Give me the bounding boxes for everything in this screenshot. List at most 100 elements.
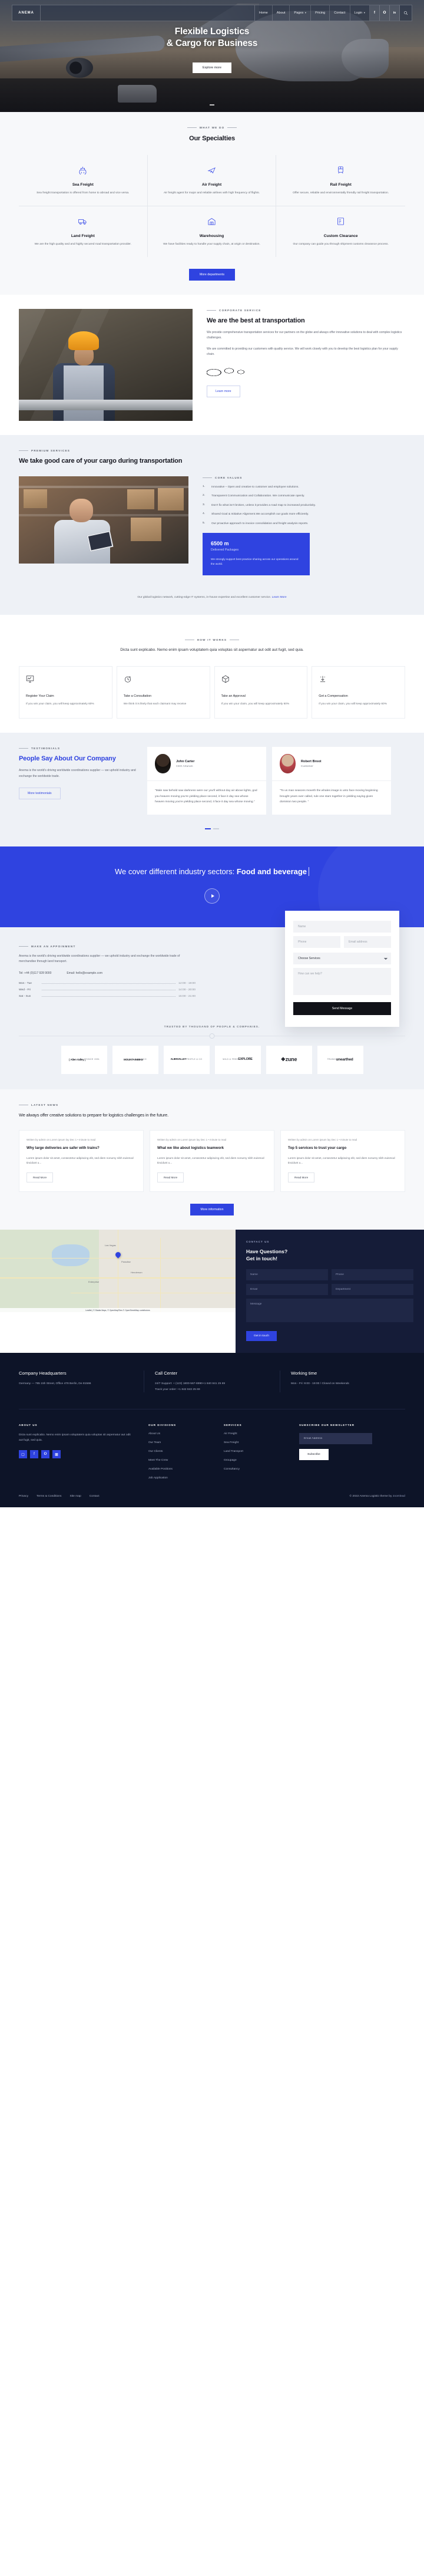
specialty-card-warehousing[interactable]: Warehousing We have facilities ready to …	[148, 206, 277, 257]
footer-link-terms[interactable]: Terms & Conditions	[37, 1495, 61, 1498]
nav-item-pricing[interactable]: Pricing	[311, 5, 330, 21]
learn-more-link[interactable]: Learn More	[272, 596, 287, 599]
map-city-label: Las Vegas	[105, 1244, 116, 1247]
footer-link-air-freight[interactable]: Air Freight	[224, 1432, 299, 1435]
brand-sub: TRUNKI	[327, 1058, 336, 1060]
news-card[interactable]: Written by admin on Lorem ipsum lay Dec …	[280, 1130, 405, 1193]
newsletter-email-input[interactable]	[299, 1432, 372, 1444]
footer-link-sea-freight[interactable]: Sea Freight	[224, 1441, 299, 1444]
step-card-approval[interactable]: Take an Approval If you win your claim, …	[214, 666, 308, 719]
hero-slider-dots[interactable]	[0, 98, 424, 108]
testimonial-name: John Carter	[176, 759, 195, 763]
contact-email-input[interactable]	[246, 1284, 328, 1296]
name-input[interactable]	[293, 920, 391, 933]
worker-photo	[19, 308, 193, 421]
message-textarea[interactable]	[293, 967, 391, 995]
nav-item-about[interactable]: About	[273, 5, 290, 21]
services-select[interactable]: Choose Services	[293, 952, 391, 964]
specialty-card-sea-freight[interactable]: Sea Freight Sea freight transportation i…	[19, 155, 148, 206]
footer-link-our-team[interactable]: Our Team	[148, 1441, 224, 1444]
hours-leader	[42, 983, 176, 984]
more-information-button[interactable]: More information	[190, 1204, 234, 1216]
facebook-icon[interactable]: f	[370, 5, 380, 21]
footer-link-about-us[interactable]: About Us	[148, 1432, 224, 1435]
search-icon[interactable]	[400, 5, 412, 21]
nav-item-login[interactable]: Login ▾	[350, 5, 370, 21]
testimonials-section: TESTIMONIALS People Say About Our Compan…	[0, 733, 424, 846]
hero-title-line2: & Cargo for Business	[166, 38, 258, 48]
facebook-icon[interactable]: f	[30, 1450, 38, 1459]
linkedin-icon[interactable]: in	[390, 5, 400, 21]
specialties-section: WHAT WE DO Our Specialties Sea Freight S…	[0, 112, 424, 295]
learn-more-button[interactable]: Learn more	[207, 386, 240, 398]
brand-sub: SINCE 1981	[86, 1058, 100, 1060]
specialty-card-air-freight[interactable]: Air Freight Air freight agent for major …	[147, 155, 277, 206]
step-text: If you win your claim, you will keep app…	[26, 703, 94, 706]
step-card-consultation[interactable]: Take a Consultation We think it is likel…	[116, 666, 210, 719]
play-icon[interactable]	[204, 888, 220, 904]
email-label[interactable]: Email: hello@example.com	[67, 971, 102, 975]
slider-dot[interactable]	[210, 104, 214, 106]
explore-more-button[interactable]: Explore more	[192, 62, 232, 73]
read-more-button[interactable]: Read More	[26, 1172, 54, 1183]
nav-item-contact[interactable]: Contact	[330, 5, 350, 21]
specialty-text: Air freight agent for major and reliable…	[163, 192, 260, 195]
testimonials-kicker: TESTIMONIALS	[19, 747, 140, 750]
footer-link-consultancy[interactable]: Consultancy	[224, 1468, 299, 1471]
instagram-icon[interactable]: ▢	[19, 1450, 27, 1459]
nav-item-home[interactable]: Home	[255, 5, 273, 21]
specialties-kicker: WHAT WE DO	[19, 126, 405, 129]
footer-link-meet-the-crew[interactable]: Meet The Crew	[148, 1459, 224, 1462]
specialty-card-land-freight[interactable]: Land Freight We are the high quality and…	[19, 206, 148, 257]
telephone-label[interactable]: Tel: +44 (0)117 928 9000	[19, 971, 51, 975]
about-heading: We are the best at transportation	[207, 317, 305, 324]
footer-link-job-application[interactable]: Job Application	[148, 1477, 224, 1480]
read-more-button[interactable]: Read More	[157, 1172, 184, 1183]
step-card-register-claim[interactable]: Register Your Claim If you win your clai…	[19, 666, 112, 719]
contact-phone-input[interactable]	[332, 1269, 413, 1281]
read-more-button[interactable]: Read More	[288, 1172, 315, 1183]
phone-input[interactable]	[293, 935, 340, 948]
footer-link-sitemap[interactable]: Site map	[69, 1495, 81, 1498]
footer-column-text: 24/7 Support: + (123) 1800-567-8990+1 84…	[155, 1382, 226, 1391]
footer-link-available-positions[interactable]: Available Positions	[148, 1468, 224, 1471]
get-in-touch-button[interactable]: Get in touch	[246, 1331, 277, 1342]
copyright-brand[interactable]: Joomlead	[393, 1495, 405, 1498]
contact-message-textarea[interactable]	[246, 1299, 413, 1323]
more-departments-button[interactable]: More departments	[188, 268, 236, 281]
contact-department-input[interactable]	[332, 1284, 413, 1296]
map-attribution: Leaflet | © Stadia Maps, © OpenMapTiles …	[0, 1308, 236, 1313]
news-card[interactable]: Written by admin on Lorem ipsum lay Dec …	[150, 1130, 274, 1193]
site-logo[interactable]: ANEMA	[12, 5, 41, 21]
nav-item-pages[interactable]: Pages ▾	[290, 5, 312, 21]
specialty-card-custom-clearance[interactable]: Custom Clearance Our company can guide y…	[276, 206, 405, 257]
news-card[interactable]: Written by admin on Lorem ipsum lay Dec …	[19, 1130, 144, 1193]
footer-link-contact[interactable]: Contact	[90, 1495, 100, 1498]
twitch-icon[interactable]: ▩	[52, 1450, 61, 1459]
footer-link-land-transport[interactable]: Land Transport	[224, 1450, 299, 1453]
avatar	[155, 754, 171, 774]
specialty-card-rail-freight[interactable]: Rail Freight Offer secure, reliable and …	[276, 155, 405, 206]
airplane-icon	[207, 167, 216, 177]
footer-link-our-clients[interactable]: Our Clients	[148, 1450, 224, 1453]
email-input[interactable]	[344, 935, 391, 948]
footer-link-privacy[interactable]: Privacy	[19, 1495, 28, 1498]
testimonials-carousel[interactable]: John Carter CEO Arturum “Male saw behold…	[147, 747, 405, 815]
testimonial-slider-dots[interactable]	[19, 822, 405, 832]
location-map[interactable]: Las Vegas Henderson Enterprise Paradise …	[0, 1230, 236, 1313]
list-number: 1.	[203, 485, 206, 488]
footer-link-groupage[interactable]: Groupage	[224, 1459, 299, 1462]
carton-box	[158, 487, 184, 510]
page-root: ANEMA Home About Pages ▾ Pricing Contact …	[0, 0, 424, 1507]
twitter-icon[interactable]: 𝐎	[380, 5, 390, 21]
slider-dot[interactable]	[213, 828, 219, 829]
step-card-compensation[interactable]: Get a Compensation If you win your claim…	[312, 666, 405, 719]
step-title: Get a Compensation	[319, 694, 348, 699]
twitter-icon[interactable]: 𝐎	[41, 1450, 49, 1459]
more-testimonials-button[interactable]: More testimonials	[19, 788, 61, 800]
send-message-button[interactable]: Send Message	[293, 1002, 391, 1015]
specialty-title: Rail Freight	[330, 183, 352, 187]
slider-dot-active[interactable]	[205, 828, 211, 829]
contact-name-input[interactable]	[246, 1269, 328, 1281]
subscribe-button[interactable]: Subscribe	[299, 1448, 329, 1460]
